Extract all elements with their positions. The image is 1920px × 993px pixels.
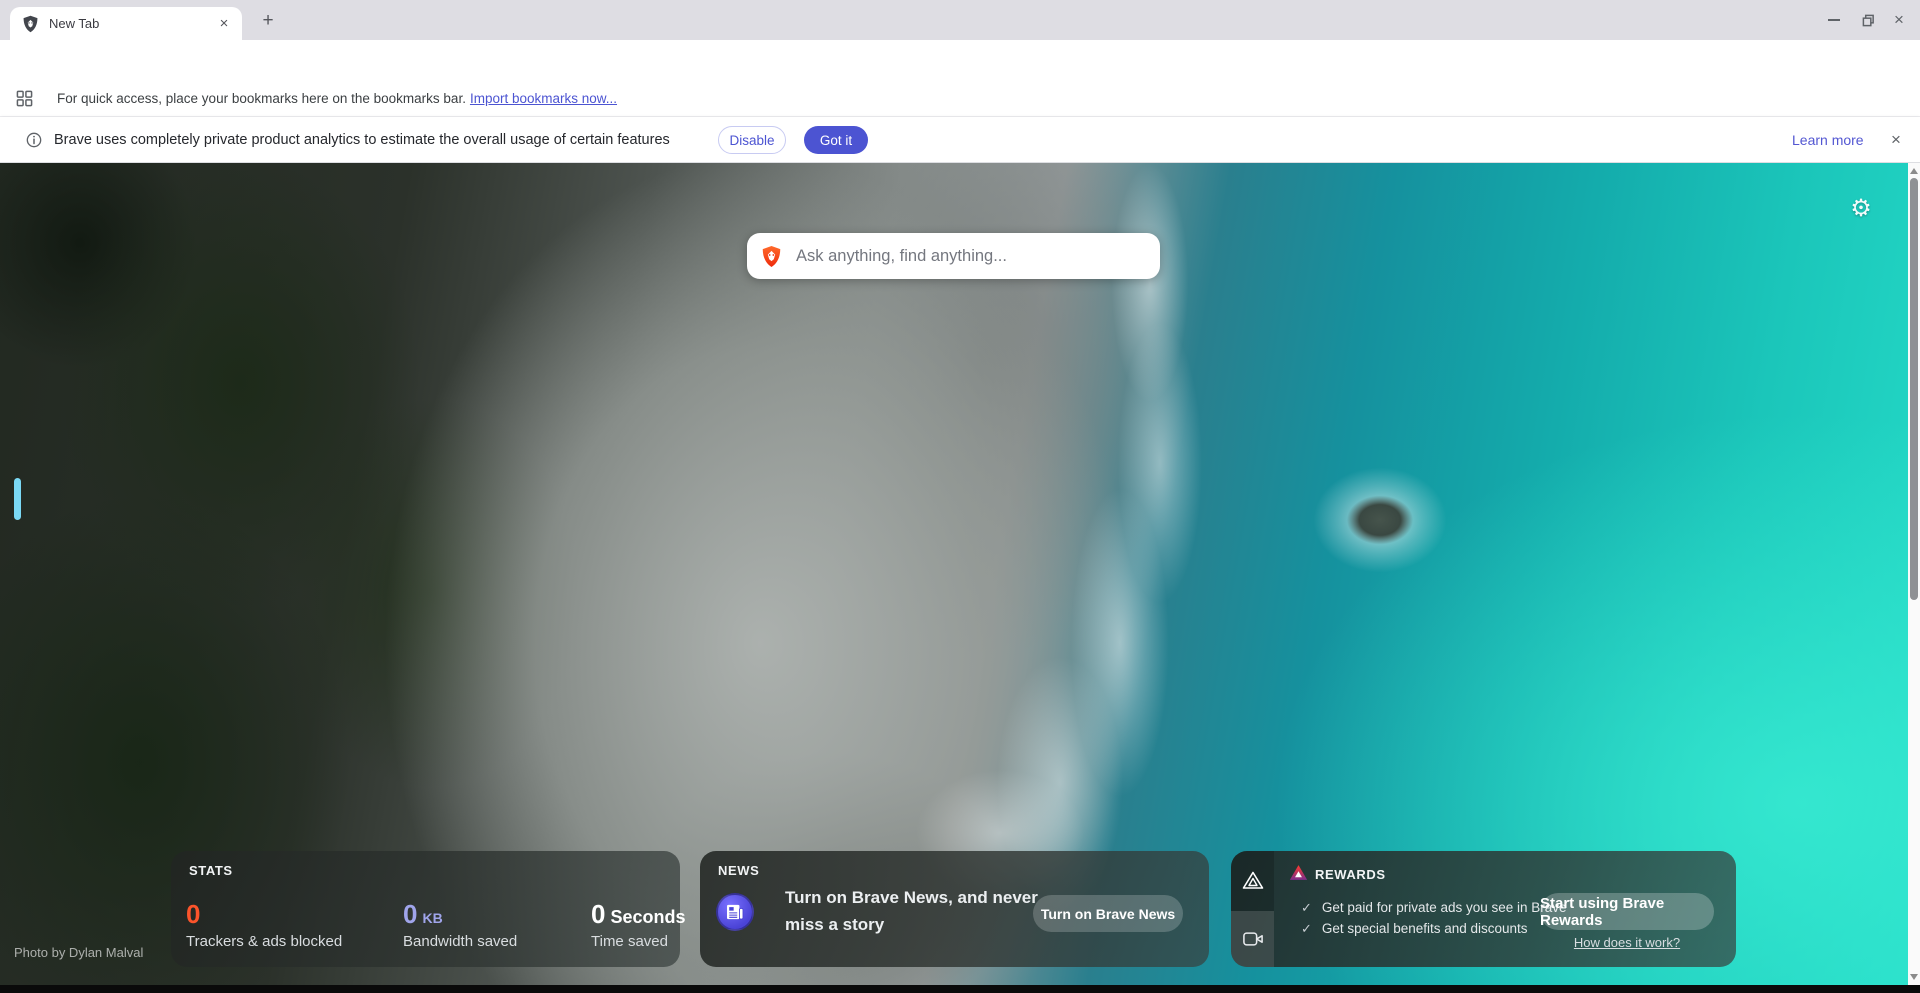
rewards-widget-tab[interactable]: [1231, 863, 1274, 897]
stats-card: STATS 0 Trackers & ads blocked 0 KB Bandw…: [171, 851, 680, 967]
stats-card-title: STATS: [189, 863, 233, 878]
turn-on-brave-news-button[interactable]: Turn on Brave News: [1033, 895, 1183, 932]
stat-label: Bandwidth saved: [403, 933, 517, 950]
banner-message: Brave uses completely private product an…: [54, 117, 670, 163]
news-card-title: NEWS: [718, 863, 759, 878]
start-using-brave-rewards-button[interactable]: Start using Brave Rewards: [1540, 893, 1714, 930]
rewards-benefits-list: ✓ Get paid for private ads you see in Bra…: [1301, 897, 1567, 939]
scrollbar-up-arrow-icon[interactable]: [1910, 168, 1918, 174]
benefit-text: Get paid for private ads you see in Brav…: [1322, 900, 1567, 915]
window-minimize-button[interactable]: [1828, 0, 1840, 40]
photo-credit: Photo by Dylan Malval: [14, 945, 143, 960]
stat-unit: Seconds: [610, 907, 685, 927]
new-tab-button[interactable]: +: [256, 9, 280, 33]
camera-icon: [1243, 931, 1263, 947]
brave-shield-logo-icon: [761, 245, 782, 268]
info-icon: [26, 132, 42, 148]
stat-label: Trackers & ads blocked: [186, 933, 342, 950]
disable-button[interactable]: Disable: [718, 126, 786, 154]
tab-close-icon[interactable]: ×: [214, 14, 234, 34]
rewards-benefit-item: ✓ Get special benefits and discounts: [1301, 918, 1567, 939]
stat-label: Time saved: [591, 933, 668, 950]
restore-icon: [1862, 14, 1875, 27]
customize-gear-icon[interactable]: ⚙: [1846, 193, 1876, 223]
check-icon: ✓: [1301, 921, 1312, 936]
news-headline: Turn on Brave News, and never miss a sto…: [785, 884, 1075, 938]
page-scrollbar[interactable]: [1908, 163, 1920, 985]
scrollbar-thumb[interactable]: [1910, 178, 1918, 600]
stat-value: 0: [186, 899, 200, 930]
bat-outline-icon: [1242, 870, 1264, 890]
rewards-benefit-item: ✓ Get paid for private ads you see in Bra…: [1301, 897, 1567, 918]
stat-value: 0 KB: [403, 899, 443, 930]
bookmarks-hint-text: For quick access, place your bookmarks h…: [57, 91, 617, 106]
news-card: NEWS Turn on Brave News, and never miss …: [700, 851, 1209, 967]
talk-widget-tab[interactable]: [1231, 911, 1274, 967]
search-input[interactable]: [794, 246, 1146, 267]
rewards-card: REWARDS ✓ Get paid for private ads you se…: [1231, 851, 1736, 967]
analytics-banner: Brave uses completely private product an…: [0, 117, 1920, 163]
widget-rail: [1231, 851, 1274, 967]
apps-grid-icon[interactable]: [12, 87, 36, 111]
got-it-button[interactable]: Got it: [804, 126, 868, 154]
stat-number: 0: [591, 899, 605, 929]
import-bookmarks-link[interactable]: Import bookmarks now...: [470, 91, 617, 106]
bottom-edge-strip: [0, 985, 1920, 993]
stat-number: 0: [403, 899, 417, 929]
edge-scroll-indicator: [14, 478, 21, 520]
window-restore-button[interactable]: [1862, 0, 1875, 40]
minimize-icon: [1828, 19, 1840, 21]
tab-title: New Tab: [49, 16, 214, 31]
new-tab-page: ⚙ Photo by Dylan Malval STATS 0 Trackers…: [0, 163, 1908, 985]
bookmarks-bar: For quick access, place your bookmarks h…: [0, 81, 1920, 117]
tab-strip: New Tab × + ×: [0, 0, 1920, 40]
tab-new-tab[interactable]: New Tab ×: [10, 7, 242, 40]
stat-value: 0Seconds: [591, 899, 686, 930]
bat-logo-icon: [1289, 864, 1308, 881]
scrollbar-down-arrow-icon[interactable]: [1910, 974, 1918, 980]
toolbar: [0, 40, 1920, 81]
stat-unit: KB: [422, 910, 442, 926]
how-does-it-work-link[interactable]: How does it work?: [1540, 935, 1714, 950]
browser-window: New Tab × + ×: [0, 0, 1920, 993]
brave-news-icon: [716, 893, 754, 931]
learn-more-link[interactable]: Learn more: [1792, 117, 1864, 163]
bookmarks-hint-message: For quick access, place your bookmarks h…: [57, 91, 466, 106]
brave-lion-favicon-icon: [22, 15, 39, 33]
brave-search-box[interactable]: [747, 233, 1160, 279]
check-icon: ✓: [1301, 900, 1312, 915]
benefit-text: Get special benefits and discounts: [1322, 921, 1528, 936]
window-close-button[interactable]: ×: [1894, 0, 1904, 40]
rewards-card-title: REWARDS: [1315, 867, 1386, 882]
banner-close-icon[interactable]: ×: [1884, 117, 1908, 163]
